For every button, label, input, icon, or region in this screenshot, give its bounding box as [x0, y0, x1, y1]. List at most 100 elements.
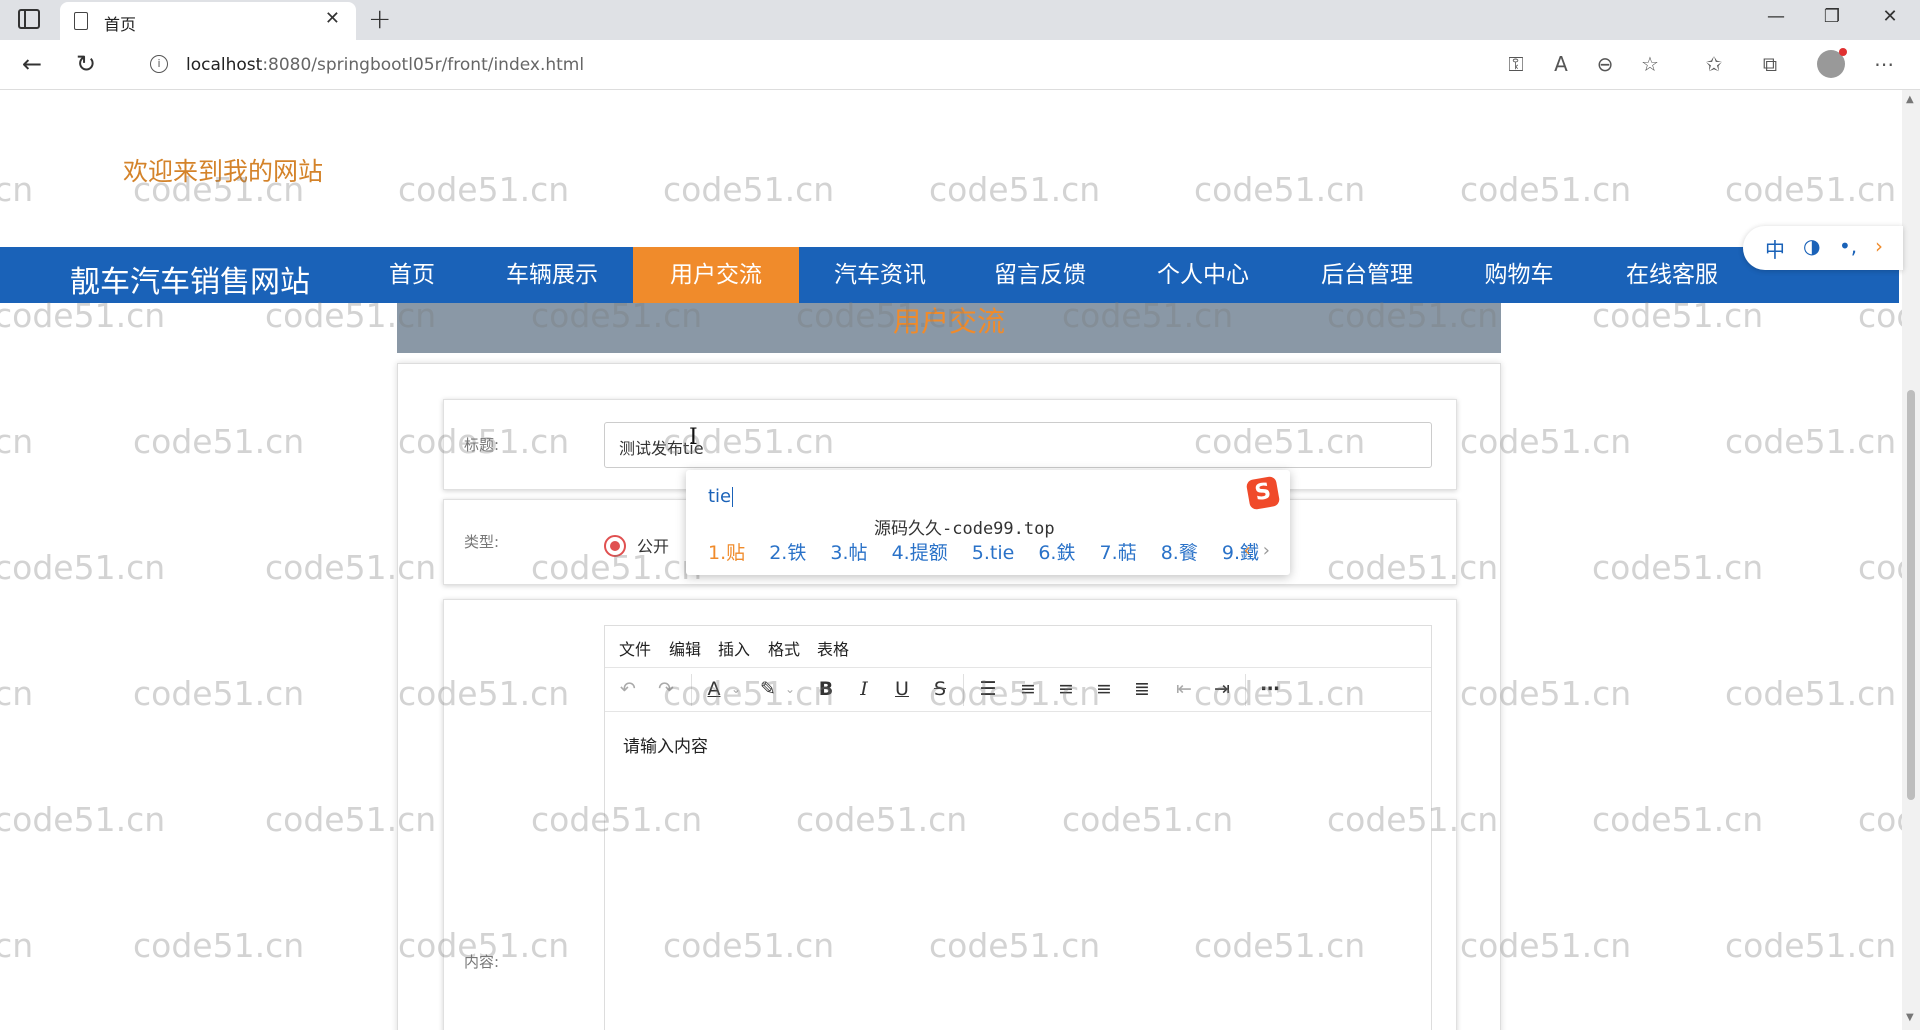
indent-icon[interactable]: ⇥ [1209, 678, 1235, 700]
refresh-icon[interactable]: ↻ [76, 50, 96, 78]
page-scrollbar[interactable]: ▲ ▼ [1902, 90, 1920, 1030]
url-field[interactable]: i localhost:8080/springbootl05r/front/in… [134, 46, 1674, 84]
watermark: code51.cn [0, 926, 34, 965]
add-favorite-icon[interactable]: ☆ [1636, 52, 1664, 76]
url-host: localhost [186, 55, 263, 75]
align-right-icon[interactable]: ≡ [1091, 678, 1117, 700]
minimize-button[interactable]: — [1756, 6, 1796, 27]
tab-close-icon[interactable]: ✕ [325, 8, 340, 29]
menu-insert[interactable]: 插入 [718, 636, 750, 660]
nav-item-home[interactable]: 首页 [360, 247, 464, 303]
italic-icon[interactable]: I [851, 678, 877, 700]
type-label: 类型: [464, 533, 500, 551]
sidebar-toggle-icon[interactable] [18, 9, 40, 29]
ime-next-page-icon[interactable]: › [1263, 540, 1270, 561]
scroll-down-icon[interactable]: ▼ [1906, 1012, 1914, 1023]
scroll-up-icon[interactable]: ▲ [1906, 94, 1914, 105]
welcome-text: 欢迎来到我的网站 [123, 157, 324, 186]
ime-candidate-popup: tie S 源码久久-code99.top 1.贴 2.铁 3.帖 4.提额 5… [686, 470, 1290, 575]
watermark: code51.cn [929, 170, 1101, 209]
menu-edit[interactable]: 编辑 [669, 636, 701, 660]
profile-avatar[interactable] [1817, 48, 1847, 78]
back-icon[interactable]: ← [22, 50, 42, 78]
close-window-button[interactable]: ✕ [1870, 6, 1910, 27]
align-center-icon[interactable]: ≡ [1053, 678, 1079, 700]
favorites-icon[interactable]: ✩ [1700, 52, 1728, 76]
ime-caret [732, 487, 734, 507]
watermark: code51.cn [1592, 548, 1764, 587]
align-left-icon[interactable]: ≡ [1015, 678, 1041, 700]
editor-placeholder[interactable]: 请输入内容 [623, 732, 708, 757]
type-public-label[interactable]: 公开 [637, 533, 669, 557]
ime-halfwidth-icon[interactable]: ◑ [1803, 234, 1820, 258]
scroll-thumb[interactable] [1907, 390, 1915, 800]
title-label: 标题: [464, 436, 500, 454]
watermark: code51.cn [0, 170, 34, 209]
nav-item-news[interactable]: 汽车资讯 [818, 247, 942, 303]
toolbar-divider [691, 674, 692, 706]
key-icon[interactable]: ⚿ [1502, 52, 1530, 76]
ime-status-bar: 中 ◑ •, › [1743, 226, 1903, 270]
ime-candidate[interactable]: 3.帖 [830, 538, 867, 565]
watermark: code51.cn [0, 800, 166, 839]
chevron-down-icon[interactable]: ⌄ [777, 682, 803, 696]
ime-punctuation-icon[interactable]: •, [1839, 234, 1857, 258]
nav-item-profile[interactable]: 个人中心 [1141, 247, 1265, 303]
type-public-radio[interactable] [604, 535, 626, 557]
ime-prev-page-icon[interactable]: ‹ [1244, 540, 1251, 561]
chevron-down-icon[interactable]: ⌄ [723, 682, 749, 696]
menu-table[interactable]: 表格 [817, 636, 849, 660]
watermark: code51.cn [1858, 548, 1902, 587]
info-icon[interactable]: i [150, 55, 168, 73]
more-icon[interactable]: ⋯ [1870, 52, 1898, 76]
url-text[interactable]: localhost:8080/springbootl05r/front/inde… [186, 55, 584, 75]
undo-icon[interactable]: ↶ [615, 678, 641, 700]
maximize-button[interactable]: ❐ [1812, 6, 1852, 27]
ime-chinese-mode[interactable]: 中 [1765, 234, 1785, 263]
watermark: code51.cn [1858, 800, 1902, 839]
watermark: code51.cn [1592, 800, 1764, 839]
ime-candidate[interactable]: 6.鉄 [1038, 538, 1075, 565]
nav-item-admin[interactable]: 后台管理 [1305, 247, 1429, 303]
ime-page-arrows: ‹ › [1244, 540, 1270, 561]
browser-tab[interactable]: 首页 ✕ [60, 2, 356, 40]
watermark: code51.cn [1725, 170, 1897, 209]
strikethrough-icon[interactable]: S [927, 678, 953, 700]
ime-candidate[interactable]: 1.贴 [708, 538, 745, 565]
new-tab-button[interactable]: + [368, 2, 391, 35]
nav-item-support[interactable]: 在线客服 [1610, 247, 1734, 303]
nav-item-community[interactable]: 用户交流 [633, 247, 799, 303]
menu-format[interactable]: 格式 [768, 636, 800, 660]
ime-candidate[interactable]: 5.tie [972, 542, 1015, 564]
collections-icon[interactable]: ⧉ [1756, 52, 1784, 76]
underline-icon[interactable]: U [889, 678, 915, 700]
menu-file[interactable]: 文件 [619, 636, 651, 660]
content-label: 内容: [464, 953, 500, 971]
ime-candidate[interactable]: 7.萜 [1100, 538, 1137, 565]
ime-candidate[interactable]: 4.提额 [892, 538, 948, 565]
nav-item-cart[interactable]: 购物车 [1463, 247, 1575, 303]
watermark: code51.cn [1725, 926, 1897, 965]
redo-icon[interactable]: ↷ [653, 678, 679, 700]
zoom-out-icon[interactable]: ⊖ [1591, 52, 1619, 76]
read-aloud-icon[interactable]: A [1547, 52, 1575, 76]
ime-candidate[interactable]: 8.餮 [1161, 538, 1198, 565]
watermark: code51.cn [133, 674, 305, 713]
toolbar-divider [1245, 674, 1246, 706]
nav-item-vehicles[interactable]: 车辆展示 [490, 247, 614, 303]
bold-icon[interactable]: B [813, 678, 839, 700]
ime-candidate[interactable]: 2.铁 [769, 538, 806, 565]
watermark: code51.cn [1725, 674, 1897, 713]
watermark: code51.cn [1725, 422, 1897, 461]
nav-item-feedback[interactable]: 留言反馈 [978, 247, 1102, 303]
watermark: code51.cn [133, 926, 305, 965]
more-tools-icon[interactable]: ⋯ [1257, 678, 1283, 700]
align-justify-icon[interactable]: ≣ [1129, 678, 1155, 700]
title-input[interactable]: 测试发布tie [604, 422, 1432, 468]
outdent-icon[interactable]: ⇤ [1171, 678, 1197, 700]
line-height-icon[interactable]: ☰ [975, 678, 1001, 700]
watermark: code51.cn [398, 170, 570, 209]
watermark: code51.cn [0, 674, 34, 713]
ime-expand-icon[interactable]: › [1875, 234, 1883, 258]
site-brand[interactable]: 靓车汽车销售网站 [70, 257, 310, 301]
